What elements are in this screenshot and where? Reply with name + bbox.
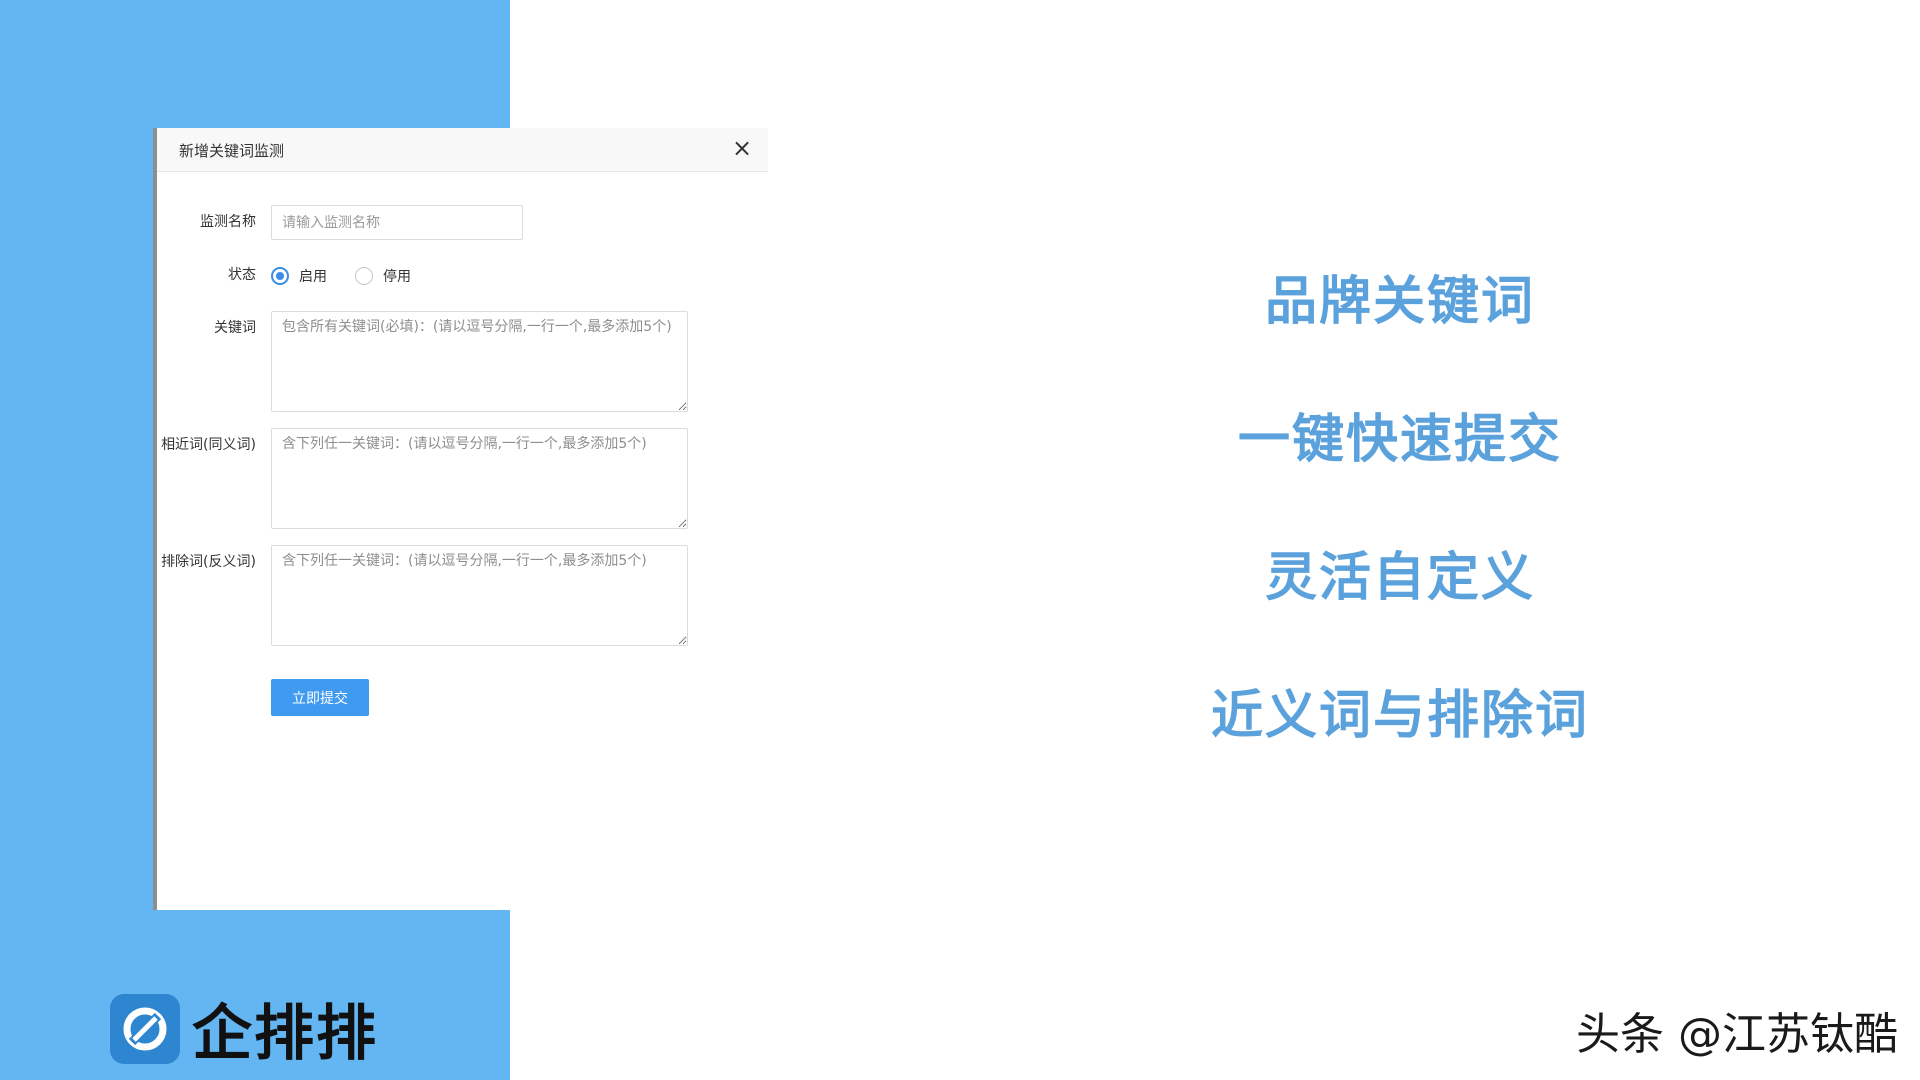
- feature-synonym-exclusion: 近义词与排除词: [1210, 686, 1589, 746]
- status-enabled-radio[interactable]: [271, 267, 289, 285]
- keywords-label: 关键词: [214, 320, 256, 336]
- feature-list: 品牌关键词 一键快速提交 灵活自定义 近义词与排除词: [1160, 260, 1640, 812]
- feature-quick-submit: 一键快速提交: [1237, 410, 1562, 470]
- exclusions-label: 排除词(反义词): [161, 554, 256, 570]
- name-label: 监测名称: [200, 214, 256, 230]
- exclusions-textarea[interactable]: [271, 545, 688, 646]
- add-keyword-monitor-dialog: 新增关键词监测 × 监测名称 状态 启用 停用 关键词 相近词(同义词) 排除词…: [157, 128, 768, 910]
- dialog-header: 新增关键词监测 ×: [157, 128, 768, 172]
- monitor-name-input[interactable]: [271, 205, 523, 240]
- qipaipai-logo: 企排排: [110, 985, 378, 1072]
- keywords-textarea[interactable]: [271, 311, 688, 412]
- submit-button[interactable]: 立即提交: [271, 679, 369, 716]
- feature-flexible-custom: 灵活自定义: [1264, 548, 1535, 608]
- synonyms-textarea[interactable]: [271, 428, 688, 529]
- dialog-title: 新增关键词监测: [179, 142, 285, 160]
- status-enabled-label[interactable]: 启用: [299, 266, 327, 286]
- qipaipai-logo-icon: [110, 993, 180, 1064]
- status-disabled-label[interactable]: 停用: [383, 266, 411, 286]
- feature-brand-keywords: 品牌关键词: [1264, 272, 1535, 332]
- close-icon[interactable]: ×: [730, 136, 754, 160]
- status-disabled-radio[interactable]: [355, 267, 373, 285]
- status-label: 状态: [228, 267, 256, 283]
- form-row-status: 状态 启用 停用: [157, 266, 768, 286]
- watermark: 头条 @江苏钛酷: [1576, 1009, 1898, 1060]
- status-radio-group: 启用 停用: [271, 266, 439, 286]
- logo-text: 企排排: [192, 999, 378, 1069]
- synonyms-label: 相近词(同义词): [161, 437, 256, 453]
